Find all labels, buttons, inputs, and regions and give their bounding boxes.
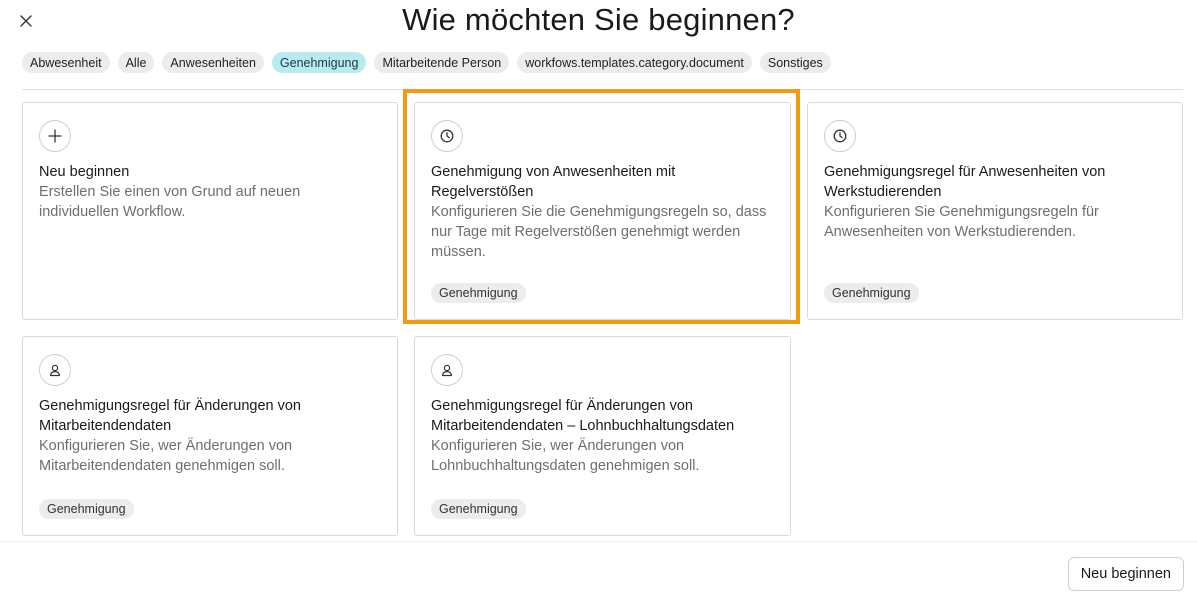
dialog-title: Wie möchten Sie beginnen? xyxy=(402,2,795,37)
card-title: Genehmigungsregel für Änderungen von Mit… xyxy=(431,398,735,434)
card-title: Genehmigung von Anwesenheiten mit Regelv… xyxy=(431,164,676,200)
clock-icon xyxy=(824,120,856,152)
category-tag: Genehmigung xyxy=(39,499,134,519)
filter-chip-abwesenheit[interactable]: Abwesenheit xyxy=(22,52,110,73)
category-tag: Genehmigung xyxy=(431,499,526,519)
template-card-payroll-data[interactable]: Genehmigungsregel für Änderungen von Mit… xyxy=(414,336,791,536)
clock-icon xyxy=(431,120,463,152)
category-tag: Genehmigung xyxy=(431,283,526,303)
card-title: Neu beginnen xyxy=(39,164,130,180)
card-description: Erstellen Sie einen von Grund auf neuen … xyxy=(39,184,301,220)
template-card-new[interactable]: Neu beginnen Erstellen Sie einen von Gru… xyxy=(22,102,398,320)
template-card-working-students[interactable]: Genehmigungsregel für Anwesenheiten von … xyxy=(807,102,1183,320)
category-tag: Genehmigung xyxy=(824,283,919,303)
filter-chip-alle[interactable]: Alle xyxy=(117,52,155,73)
card-description: Konfigurieren Sie, wer Änderungen von Lo… xyxy=(431,438,700,474)
filter-chip-genehmigung[interactable]: Genehmigung xyxy=(271,52,367,73)
card-title: Genehmigungsregel für Änderungen von Mit… xyxy=(39,398,301,434)
template-card-attendance-violations[interactable]: Genehmigung von Anwesenheiten mit Regelv… xyxy=(414,102,791,320)
card-description: Konfigurieren Sie Genehmigungsregeln für… xyxy=(824,204,1099,240)
category-filters: Abwesenheit Alle Anwesenheiten Genehmigu… xyxy=(22,52,831,73)
plus-icon xyxy=(39,120,71,152)
filter-chip-sonstiges[interactable]: Sonstiges xyxy=(759,52,831,73)
card-title: Genehmigungsregel für Anwesenheiten von … xyxy=(824,164,1106,200)
filter-chip-mitarbeitende-person[interactable]: Mitarbeitende Person xyxy=(374,52,510,73)
footer-divider xyxy=(0,541,1197,542)
card-description: Konfigurieren Sie die Genehmigungsregeln… xyxy=(431,204,767,260)
template-card-employee-data[interactable]: Genehmigungsregel für Änderungen von Mit… xyxy=(22,336,398,536)
start-new-button[interactable]: Neu beginnen xyxy=(1067,557,1184,591)
card-description: Konfigurieren Sie, wer Änderungen von Mi… xyxy=(39,438,293,474)
person-icon xyxy=(39,354,71,386)
filter-chip-document[interactable]: workfows.templates.category.document xyxy=(517,52,752,73)
filter-chip-anwesenheiten[interactable]: Anwesenheiten xyxy=(162,52,264,73)
person-icon xyxy=(431,354,463,386)
header-divider xyxy=(22,89,1183,90)
